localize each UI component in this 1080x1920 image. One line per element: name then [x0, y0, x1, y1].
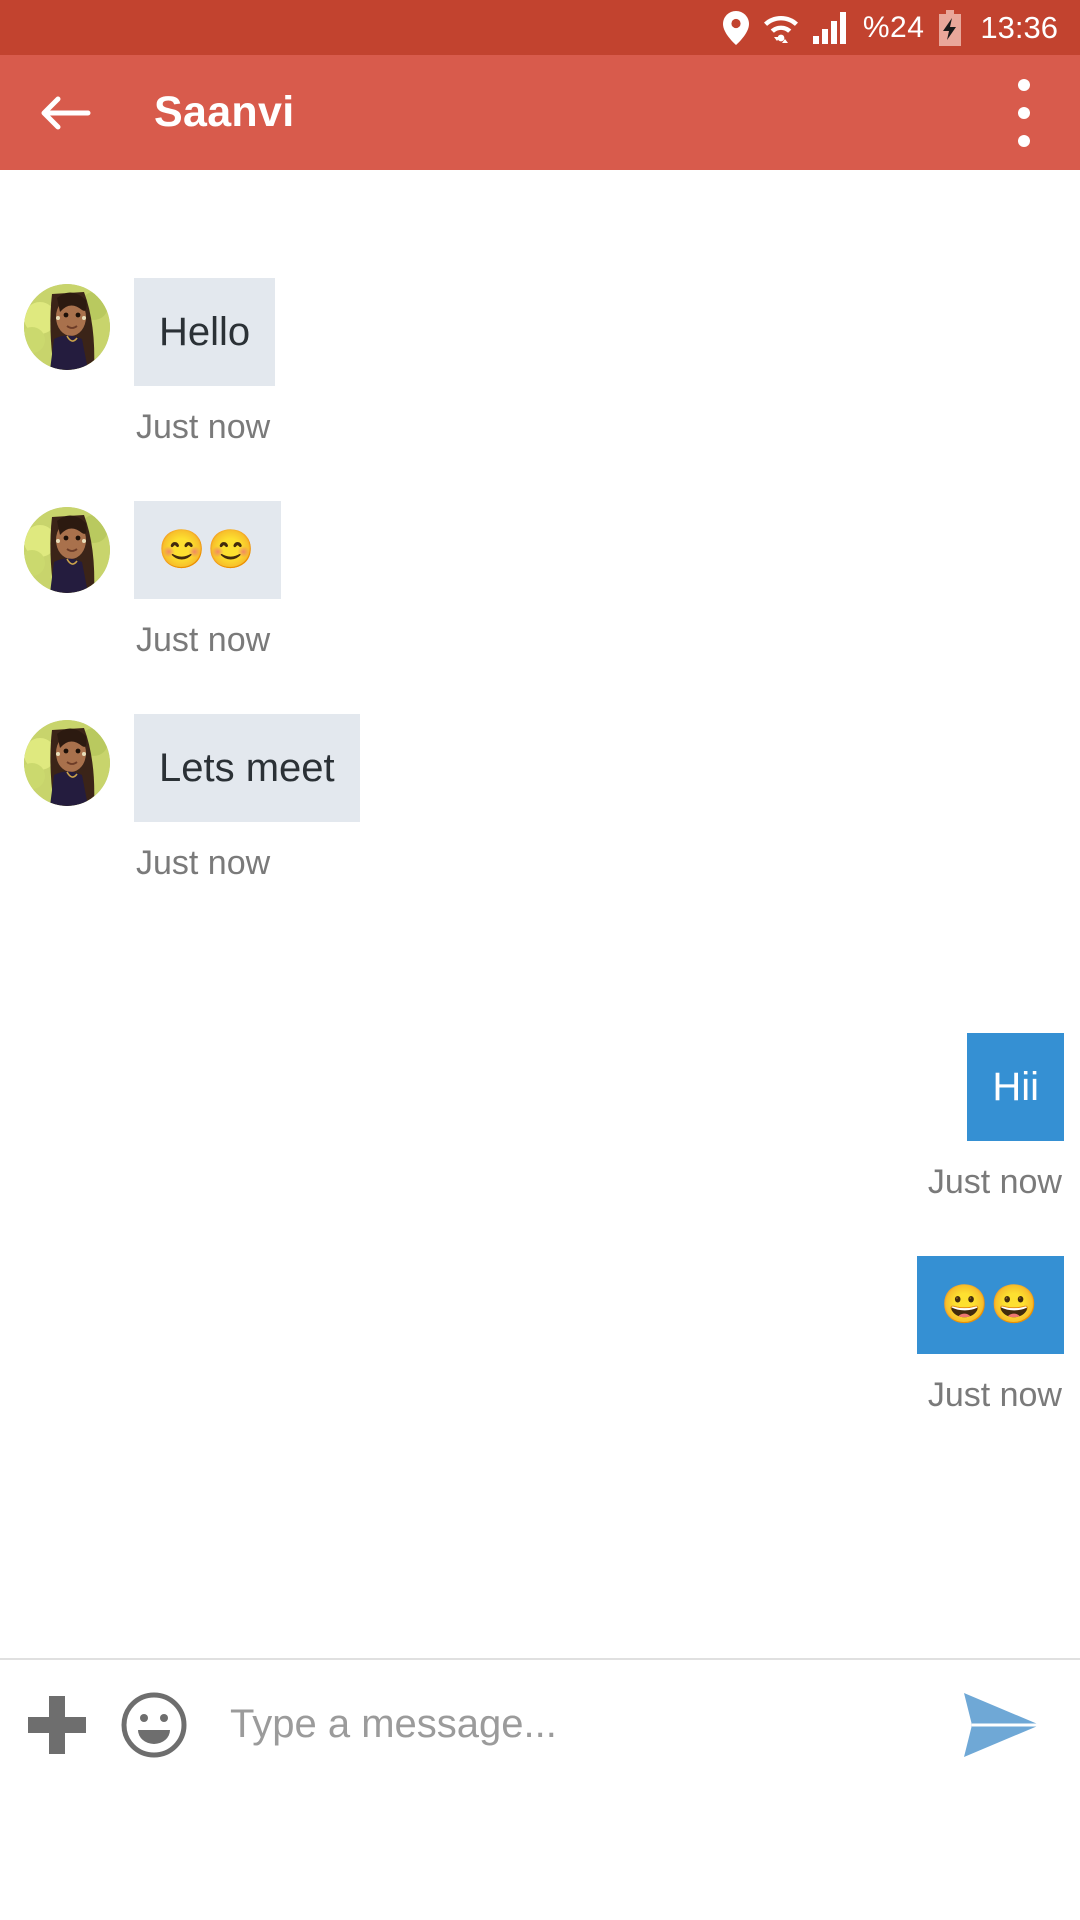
wifi-icon: [763, 11, 799, 45]
message-bubble[interactable]: Lets meet: [134, 714, 360, 822]
avatar[interactable]: [24, 284, 110, 370]
message-timestamp: Just now: [136, 621, 271, 659]
status-bar-clock: 13:36: [980, 9, 1058, 45]
message-bubble[interactable]: Hii: [967, 1033, 1064, 1141]
message-row-incoming[interactable]: 😊😊 Just now: [0, 501, 1080, 660]
status-bar: %24 13:36: [0, 0, 1080, 55]
send-icon[interactable]: [954, 1685, 1046, 1765]
conversation-spacer: [0, 937, 1080, 1033]
message-bubble[interactable]: 😀😀: [917, 1256, 1064, 1354]
message-row-incoming[interactable]: Hello Just now: [0, 278, 1080, 447]
message-timestamp: Just now: [927, 1376, 1062, 1414]
app-bar: Saanvi: [0, 55, 1080, 170]
emoji-face-icon[interactable]: [118, 1689, 190, 1761]
message-input-bar: [0, 1658, 1080, 1789]
message-timestamp: Just now: [136, 408, 271, 446]
overflow-dot: [1018, 106, 1030, 119]
message-row-outgoing[interactable]: 😀😀 Just now: [0, 1256, 1080, 1415]
message-input[interactable]: [230, 1702, 954, 1747]
battery-charging-icon: [938, 9, 962, 46]
plus-icon[interactable]: [22, 1690, 92, 1760]
message-row-incoming[interactable]: Lets meet Just now: [0, 714, 1080, 883]
location-pin-icon: [722, 10, 749, 45]
overflow-menu-icon[interactable]: [1004, 78, 1044, 147]
message-timestamp: Just now: [927, 1163, 1062, 1201]
avatar[interactable]: [24, 720, 110, 806]
message-bubble[interactable]: 😊😊: [134, 501, 281, 599]
message-timestamp: Just now: [136, 844, 271, 882]
cellular-signal-icon: [812, 11, 849, 44]
message-list[interactable]: Hello Just now 😊😊 Just now Lets meet Jus…: [0, 170, 1080, 1789]
page-title: Saanvi: [154, 88, 295, 136]
overflow-dot: [1018, 134, 1030, 147]
battery-percent-label: %24: [862, 10, 925, 44]
message-row-outgoing[interactable]: Hii Just now: [0, 1033, 1080, 1202]
avatar[interactable]: [24, 507, 110, 593]
overflow-dot: [1018, 78, 1030, 91]
back-arrow-icon[interactable]: [36, 85, 92, 141]
message-bubble[interactable]: Hello: [134, 278, 276, 386]
